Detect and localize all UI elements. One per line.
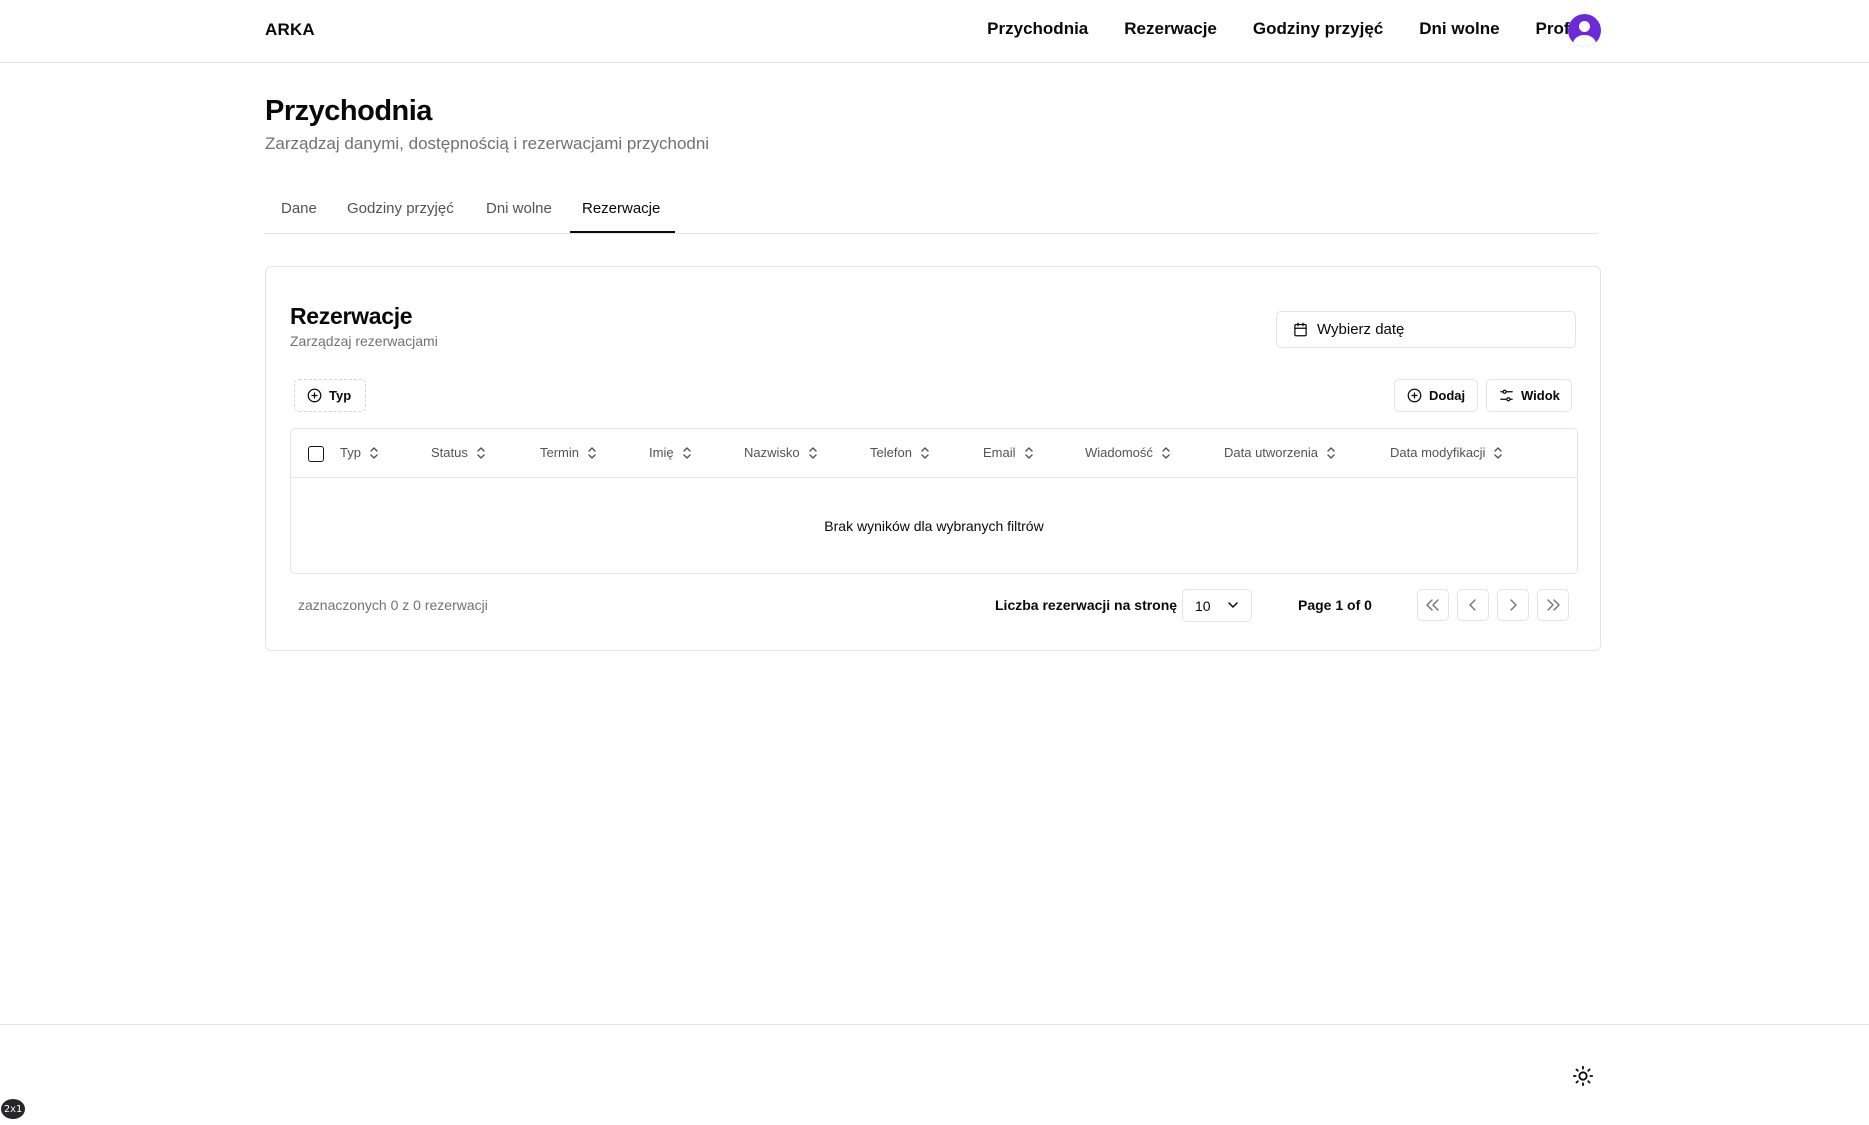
rows-per-page-value: 10 [1195,597,1211,614]
selection-count: zaznaczonych 0 z 0 rezerwacji [298,597,488,613]
avatar[interactable] [1568,14,1601,47]
date-picker-button[interactable]: Wybierz datę [1276,311,1576,348]
column-header-email[interactable]: Email [983,445,1033,460]
previous-page-button[interactable] [1457,589,1489,621]
footer-divider [0,1024,1869,1025]
main-nav: Przychodnia Rezerwacje Godziny przyjęć D… [987,19,1579,39]
first-page-button[interactable] [1417,589,1449,621]
type-filter-label: Typ [329,388,352,403]
sort-icon [370,446,378,459]
sort-icon [1494,446,1503,459]
top-navbar: ARKA Przychodnia Rezerwacje Godziny przy… [0,0,1869,63]
reservations-card: Rezerwacje Zarządzaj rezerwacjami Wybier… [265,266,1601,651]
view-button-label: Widok [1521,388,1560,403]
nav-item-dni-wolne[interactable]: Dni wolne [1419,19,1499,39]
tab-dane[interactable]: Dane [281,200,317,217]
add-reservation-button[interactable]: Dodaj [1394,379,1478,412]
column-header-wiadomosc[interactable]: Wiadomość [1085,445,1170,460]
chevrons-left-icon [1426,599,1439,611]
column-header-status[interactable]: Status [431,445,485,460]
column-header-nazwisko[interactable]: Nazwisko [744,445,817,460]
view-options-button[interactable]: Widok [1486,379,1572,412]
card-title: Rezerwacje [290,303,413,329]
tab-godziny-przyjec[interactable]: Godziny przyjęć [347,200,454,217]
nav-item-rezerwacje[interactable]: Rezerwacje [1124,19,1217,39]
chevrons-right-icon [1547,599,1560,611]
sort-icon [921,446,929,459]
rows-per-page-select[interactable]: 10 [1182,589,1252,622]
empty-state-message: Brak wyników dla wybranych filtrów [824,518,1044,534]
reservations-table: Typ Status Termin Imię Nazwisko Telefon … [290,428,1578,574]
plus-circle-icon [307,388,322,403]
column-header-imie[interactable]: Imię [649,445,691,460]
sun-icon [1572,1065,1594,1087]
column-header-telefon[interactable]: Telefon [870,445,929,460]
brand-logo[interactable]: ARKA [265,20,315,40]
column-header-data-modyfikacji[interactable]: Data modyfikacji [1390,445,1503,460]
rows-per-page-label: Liczba rezerwacji na stronę [995,597,1178,613]
page-info: Page 1 of 0 [1298,597,1372,613]
column-header-termin[interactable]: Termin [540,445,596,460]
chevron-down-icon [1228,602,1238,608]
tab-bar: Dane Godziny przyjęć Dni wolne Rezerwacj… [265,190,1598,234]
sliders-icon [1500,389,1513,402]
sort-icon [808,446,817,459]
theme-toggle-button[interactable] [1572,1065,1594,1087]
add-button-label: Dodaj [1429,388,1466,403]
card-subtitle: Zarządzaj rezerwacjami [290,333,438,349]
plus-circle-icon [1407,388,1422,403]
sort-icon [1327,446,1335,459]
tab-rezerwacje[interactable]: Rezerwacje [582,200,660,217]
nav-item-godziny-przyjec[interactable]: Godziny przyjęć [1253,19,1383,39]
user-icon-head [1579,21,1590,32]
column-header-data-utworzenia[interactable]: Data utworzenia [1224,445,1335,460]
column-header-typ[interactable]: Typ [340,445,378,460]
sort-icon [588,446,596,459]
chevron-right-icon [1510,599,1517,611]
next-page-button[interactable] [1497,589,1529,621]
active-tab-indicator [570,231,675,233]
table-header: Typ Status Termin Imię Nazwisko Telefon … [291,429,1577,478]
dev-badge: 2x1 [1,1099,25,1119]
sort-icon [477,446,485,459]
page-title: Przychodnia [265,95,432,127]
chevron-left-icon [1469,599,1476,611]
page-subtitle: Zarządzaj danymi, dostępnością i rezerwa… [265,134,710,153]
last-page-button[interactable] [1537,589,1569,621]
tab-dni-wolne[interactable]: Dni wolne [486,200,552,217]
calendar-icon [1294,322,1307,337]
date-picker-label: Wybierz datę [1317,321,1405,338]
user-icon-body [1573,35,1596,47]
sort-icon [1162,446,1170,459]
select-all-checkbox[interactable] [308,446,324,462]
type-filter-button[interactable]: Typ [294,379,366,412]
sort-icon [682,446,691,459]
sort-icon [1024,446,1033,459]
nav-item-przychodnia[interactable]: Przychodnia [987,19,1088,39]
